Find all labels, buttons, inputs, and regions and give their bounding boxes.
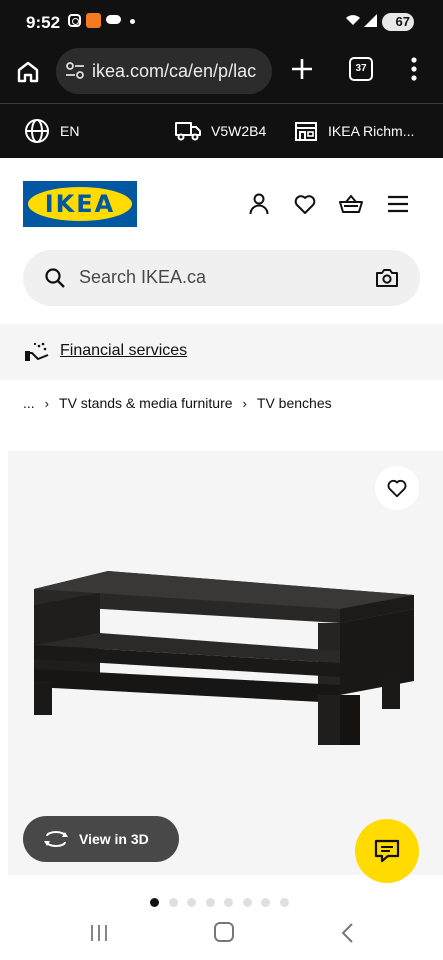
back-icon[interactable] bbox=[340, 922, 354, 944]
tv-bench-product-image bbox=[34, 571, 414, 745]
instagram-icon bbox=[68, 14, 81, 27]
logo-text: IKEA bbox=[44, 190, 116, 218]
chat-icon bbox=[374, 839, 400, 863]
search-icon bbox=[45, 268, 65, 288]
chevron-right-icon: › bbox=[242, 395, 247, 411]
search-input[interactable]: Search IKEA.ca bbox=[23, 250, 420, 306]
product-image-gallery[interactable]: View in 3D bbox=[8, 451, 443, 875]
carousel-dot[interactable] bbox=[224, 898, 233, 907]
tabs-icon[interactable]: 37 bbox=[349, 57, 373, 81]
app-notification-icon bbox=[86, 13, 101, 28]
heart-icon[interactable] bbox=[293, 192, 317, 216]
image-carousel-indicator bbox=[150, 898, 298, 907]
carousel-dot[interactable] bbox=[279, 898, 289, 907]
carousel-dot[interactable] bbox=[168, 898, 178, 907]
hamburger-menu-icon[interactable] bbox=[386, 192, 410, 216]
financial-services-icon bbox=[25, 342, 49, 361]
carousel-dot[interactable] bbox=[205, 898, 215, 907]
notification-dot-icon bbox=[130, 19, 135, 24]
recent-apps-icon[interactable] bbox=[89, 924, 109, 942]
delivery-truck-icon bbox=[175, 122, 201, 141]
carousel-dot[interactable] bbox=[150, 898, 159, 907]
browser-toolbar: ikea.com/ca/en/p/lac 37 bbox=[0, 44, 443, 104]
signal-icon bbox=[364, 14, 377, 27]
wifi-icon bbox=[346, 15, 360, 25]
breadcrumb: ... › TV stands & media furniture › TV b… bbox=[23, 395, 332, 411]
language-selector[interactable]: EN bbox=[24, 118, 79, 144]
chevron-right-icon: › bbox=[44, 395, 50, 411]
store-icon bbox=[295, 122, 317, 141]
cloud-icon bbox=[106, 15, 121, 24]
carousel-dot[interactable] bbox=[261, 898, 270, 907]
postal-code-label: V5W2B4 bbox=[211, 123, 267, 139]
view-in-3d-label: View in 3D bbox=[79, 831, 149, 847]
battery-icon: 67 bbox=[382, 13, 414, 31]
carousel-dot[interactable] bbox=[187, 898, 196, 907]
financial-services-banner: Financial services bbox=[0, 324, 443, 380]
breadcrumb-item-tv-benches[interactable]: TV benches bbox=[257, 395, 332, 411]
ikea-logo[interactable]: IKEA bbox=[23, 181, 137, 227]
home-nav-icon[interactable] bbox=[214, 922, 234, 942]
language-label: EN bbox=[60, 123, 80, 139]
add-to-favourites-button[interactable] bbox=[375, 466, 419, 510]
status-time: 9:52 bbox=[26, 13, 61, 32]
address-bar[interactable]: ikea.com/ca/en/p/lac bbox=[56, 48, 272, 94]
camera-search-icon[interactable] bbox=[375, 266, 399, 290]
new-tab-plus-icon[interactable] bbox=[290, 57, 314, 81]
search-placeholder: Search IKEA.ca bbox=[79, 267, 207, 287]
breadcrumb-item-tv-stands[interactable]: TV stands & media furniture bbox=[59, 395, 233, 411]
system-navigation-bar bbox=[0, 908, 443, 960]
carousel-dot[interactable] bbox=[242, 898, 252, 907]
breadcrumb-ellipsis[interactable]: ... bbox=[23, 395, 35, 411]
heart-icon bbox=[387, 479, 407, 498]
store-info-strip: EN V5W2B4 IKEA Richm... bbox=[0, 104, 443, 158]
view-in-3d-button[interactable]: View in 3D bbox=[23, 816, 179, 862]
globe-icon bbox=[25, 119, 49, 143]
rotate-3d-icon bbox=[44, 831, 68, 847]
status-bar: 9:52 67 bbox=[0, 0, 443, 44]
more-menu-icon[interactable] bbox=[406, 56, 422, 82]
basket-icon[interactable] bbox=[339, 192, 363, 216]
postal-code-selector[interactable]: V5W2B4 bbox=[175, 118, 266, 144]
store-selector[interactable]: IKEA Richm... bbox=[294, 118, 414, 144]
url-text[interactable]: ikea.com/ca/en/p/lac bbox=[92, 61, 268, 82]
logo-oval: IKEA bbox=[28, 187, 132, 221]
home-icon[interactable] bbox=[14, 58, 42, 86]
chat-button[interactable] bbox=[355, 819, 419, 883]
user-icon[interactable] bbox=[247, 192, 271, 216]
financial-services-link[interactable]: Financial services bbox=[60, 342, 187, 360]
site-settings-icon[interactable] bbox=[65, 62, 85, 80]
store-label: IKEA Richm... bbox=[328, 123, 415, 139]
